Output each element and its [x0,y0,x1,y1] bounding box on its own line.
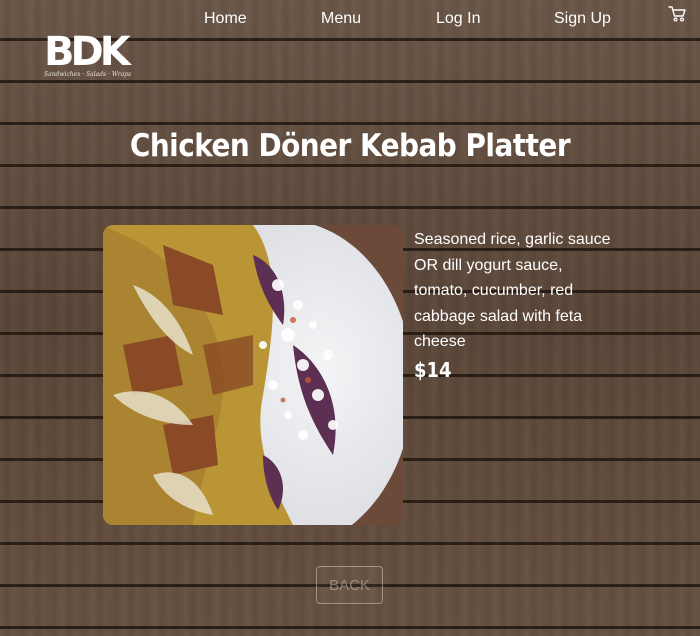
logo-wordmark: BDK [44,29,131,75]
item-description: Seasoned rice, garlic sauce OR dill yogu… [414,231,611,350]
item-photo [103,225,403,525]
item-price: $14 [414,358,452,382]
nav-login-link[interactable]: Log In [436,10,480,28]
back-button[interactable]: BACK [316,566,383,604]
nav-signup-link[interactable]: Sign Up [554,10,611,28]
nav-menu-link[interactable]: Menu [321,10,361,28]
brand-logo[interactable]: BDK Sandwiches · Salads · Wraps [44,29,132,82]
logo-tagline: Sandwiches · Salads · Wraps [44,71,132,78]
shopping-cart-icon[interactable] [667,5,687,23]
item-title: Chicken Döner Kebab Platter [129,128,571,164]
nav-home-link[interactable]: Home [204,10,247,28]
